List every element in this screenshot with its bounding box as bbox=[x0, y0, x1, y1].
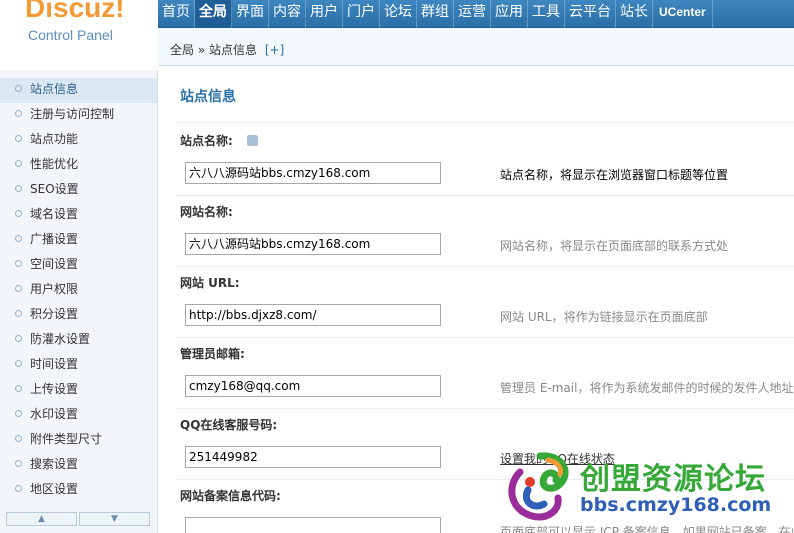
logo: Discuz! Control Panel bbox=[0, 0, 158, 70]
website-name-input[interactable]: 六八八源码站bbs.cmzy168.com bbox=[185, 233, 441, 255]
nav-portal[interactable]: 门户 bbox=[343, 0, 380, 28]
field-label: 管理员邮箱: bbox=[180, 347, 245, 361]
sidebar-item-performance[interactable]: 性能优化 bbox=[0, 153, 157, 178]
help-icon[interactable] bbox=[246, 135, 258, 146]
nav-interface[interactable]: 界面 bbox=[232, 0, 269, 28]
nav-global[interactable]: 全局 bbox=[195, 0, 232, 28]
divider bbox=[176, 266, 794, 267]
field-hint: 网站名称，将显示在页面底部的联系方式处 bbox=[500, 239, 729, 253]
nav-webmaster[interactable]: 站长 bbox=[616, 0, 653, 28]
breadcrumb-current: 站点信息 bbox=[209, 43, 258, 57]
field-qq-service: QQ在线客服号码: 251449982 设置我的QQ在线状态 bbox=[176, 416, 794, 480]
sidebar-item-region[interactable]: 地区设置 bbox=[0, 478, 157, 503]
sidebar-item-upload[interactable]: 上传设置 bbox=[0, 378, 157, 403]
divider bbox=[176, 408, 794, 409]
admin-panel: Discuz! Control Panel 首页 全局 界面 内容 用户 门户 … bbox=[0, 0, 794, 533]
nav-users[interactable]: 用户 bbox=[306, 0, 343, 28]
breadcrumb-separator: » bbox=[197, 43, 206, 57]
add-shortcut-button[interactable]: [+] bbox=[265, 43, 284, 57]
icp-code-input[interactable] bbox=[185, 517, 441, 533]
qq-number-input[interactable]: 251449982 bbox=[185, 446, 441, 468]
field-label: 网站备案信息代码: bbox=[180, 489, 281, 503]
nav-operations[interactable]: 运营 bbox=[454, 0, 491, 28]
website-url-input[interactable]: http://bbs.djxz8.com/ bbox=[185, 304, 441, 326]
field-site-name: 站点名称: 六八八源码站bbs.cmzy168.com 站点名称，将显示在浏览器… bbox=[176, 132, 794, 196]
admin-email-input[interactable]: cmzy168@qq.com bbox=[185, 375, 441, 397]
logo-brand: Discuz! bbox=[25, 0, 125, 23]
sidebar-item-time[interactable]: 时间设置 bbox=[0, 353, 157, 378]
field-website-name: 网站名称: 六八八源码站bbs.cmzy168.com 网站名称，将显示在页面底… bbox=[176, 203, 794, 267]
sidebar-item-seo[interactable]: SEO设置 bbox=[0, 178, 157, 203]
scroll-up-button[interactable]: ▲ bbox=[6, 512, 77, 526]
sidebar-item-register-access[interactable]: 注册与访问控制 bbox=[0, 103, 157, 128]
nav-apps[interactable]: 应用 bbox=[491, 0, 528, 28]
page-title: 站点信息 bbox=[180, 89, 236, 105]
nav-cloud[interactable]: 云平台 bbox=[565, 0, 616, 28]
nav-ucenter[interactable]: UCenter bbox=[653, 0, 713, 28]
field-label: 网站 URL: bbox=[180, 276, 240, 290]
sidebar: 站点信息 注册与访问控制 站点功能 性能优化 SEO设置 域名设置 广播设置 空… bbox=[0, 70, 158, 533]
field-label: QQ在线客服号码: bbox=[180, 418, 278, 432]
divider bbox=[176, 337, 794, 338]
watermark-url: bbs.cmzy168.com bbox=[580, 494, 772, 516]
watermark-logo-icon bbox=[508, 452, 569, 521]
scroll-down-button[interactable]: ▼ bbox=[79, 512, 150, 526]
watermark: 创盟资源论坛 bbs.cmzy168.com bbox=[500, 448, 794, 528]
sidebar-item-site-features[interactable]: 站点功能 bbox=[0, 128, 157, 153]
nav-home[interactable]: 首页 bbox=[158, 0, 195, 28]
field-hint: 管理员 E-mail，将作为系统发邮件的时候的发件人地址 bbox=[500, 381, 794, 395]
field-admin-email: 管理员邮箱: cmzy168@qq.com 管理员 E-mail，将作为系统发邮… bbox=[176, 345, 794, 409]
field-label: 网站名称: bbox=[180, 205, 233, 219]
sidebar-item-watermark[interactable]: 水印设置 bbox=[0, 403, 157, 428]
nav-groups[interactable]: 群组 bbox=[417, 0, 454, 28]
sidebar-item-broadcast[interactable]: 广播设置 bbox=[0, 228, 157, 253]
nav-tools[interactable]: 工具 bbox=[528, 0, 565, 28]
field-label: 站点名称: bbox=[180, 134, 233, 148]
sidebar-scroller: ▲ ▼ bbox=[6, 512, 150, 526]
logo-subtitle: Control Panel bbox=[28, 27, 113, 43]
divider bbox=[176, 122, 794, 123]
watermark-title: 创盟资源论坛 bbox=[580, 462, 766, 497]
field-hint: 站点名称，将显示在浏览器窗口标题等位置 bbox=[500, 168, 729, 182]
sidebar-item-attachment-types[interactable]: 附件类型尺寸 bbox=[0, 428, 157, 453]
top-nav: 首页 全局 界面 内容 用户 门户 论坛 群组 运营 应用 工具 云平台 站长 … bbox=[158, 0, 794, 28]
field-hint: 网站 URL，将作为链接显示在页面底部 bbox=[500, 310, 708, 324]
sidebar-item-user-permissions[interactable]: 用户权限 bbox=[0, 278, 157, 303]
nav-content[interactable]: 内容 bbox=[269, 0, 306, 28]
sidebar-item-search[interactable]: 搜索设置 bbox=[0, 453, 157, 478]
field-website-url: 网站 URL: http://bbs.djxz8.com/ 网站 URL，将作为… bbox=[176, 274, 794, 338]
sidebar-item-domain[interactable]: 域名设置 bbox=[0, 203, 157, 228]
breadcrumb-root[interactable]: 全局 bbox=[170, 43, 194, 57]
nav-forum[interactable]: 论坛 bbox=[380, 0, 417, 28]
site-name-input[interactable]: 六八八源码站bbs.cmzy168.com bbox=[185, 162, 441, 184]
sidebar-item-space[interactable]: 空间设置 bbox=[0, 253, 157, 278]
divider bbox=[176, 195, 794, 196]
sidebar-item-site-info[interactable]: 站点信息 bbox=[0, 78, 157, 103]
breadcrumb: 全局 » 站点信息 [+] bbox=[158, 28, 794, 66]
sidebar-item-anti-spam[interactable]: 防灌水设置 bbox=[0, 328, 157, 353]
sidebar-item-credits[interactable]: 积分设置 bbox=[0, 303, 157, 328]
